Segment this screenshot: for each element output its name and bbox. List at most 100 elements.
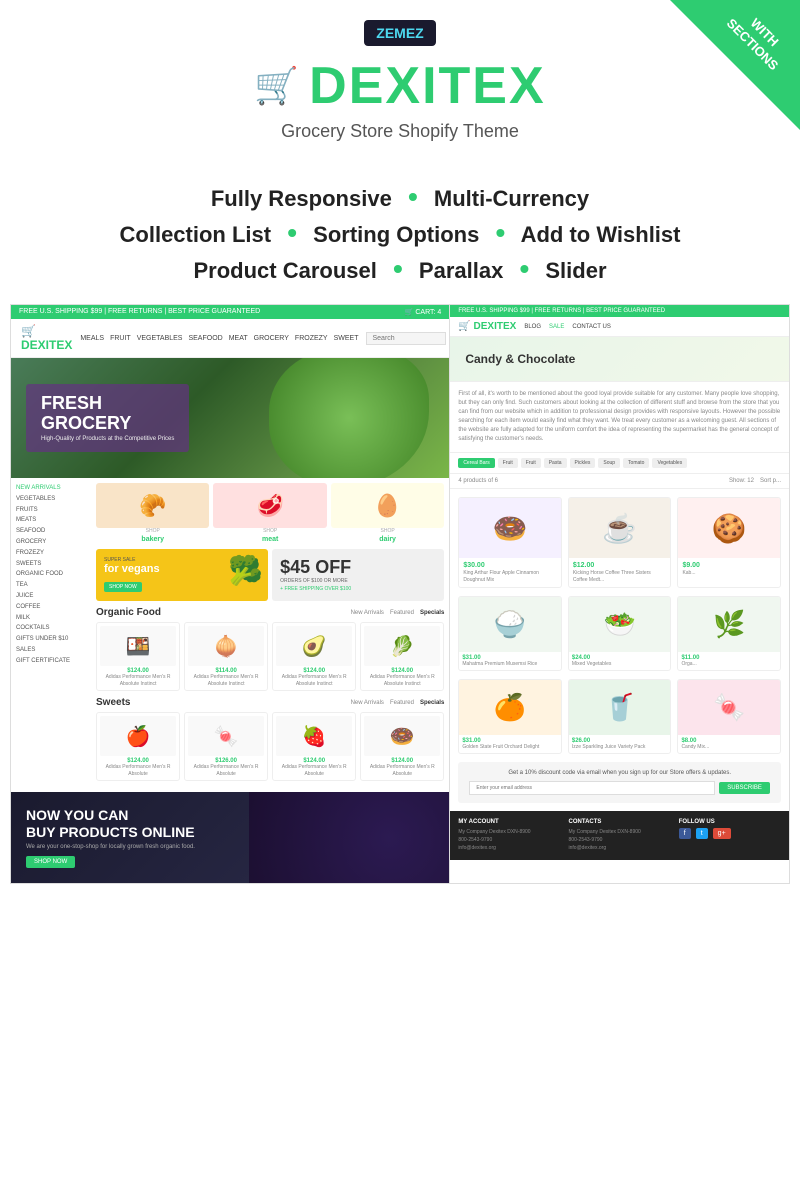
show-selector[interactable]: Show: 12 — [729, 478, 754, 484]
product-card[interactable]: 🥑 $124.00 Adidas Performance Men's R Abs… — [272, 622, 356, 691]
product-card[interactable]: 🧅 $114.00 Adidas Performance Men's R Abs… — [184, 622, 268, 691]
tab-specials[interactable]: Specials — [420, 610, 444, 616]
nav-meat[interactable]: MEAT — [229, 335, 248, 342]
tab-featured-2[interactable]: Featured — [390, 700, 414, 706]
feature-carousel: Product Carousel — [193, 258, 376, 283]
sidebar-item[interactable]: MEATS — [16, 515, 86, 526]
product-card[interactable]: 🍱 $124.00 Adidas Performance Men's R Abs… — [96, 622, 180, 691]
footer-contacts-col: CONTACTS My Company Dexitex DXN-8900 800… — [569, 819, 671, 852]
subscribe-button[interactable]: SUBSCRIBE — [719, 782, 770, 794]
features-row-3: Product Carousel • Parallax • Slider — [20, 253, 780, 285]
product-card-fruit-basket[interactable]: 🍊 $31.00 Golden State Fruit Orchard Deli… — [458, 679, 562, 754]
nav-blog[interactable]: BLOG — [524, 324, 541, 330]
filter-tag-fruit2[interactable]: Fruit — [521, 458, 541, 468]
promo-vegan-btn[interactable]: SHOP NOW — [104, 582, 142, 592]
product-card-extra[interactable]: 🍪 $9.00 Kab... — [677, 497, 781, 588]
rice-info: $31.00 Mahatma Premium Musemsi Rice — [459, 652, 561, 670]
email-subscribe-input[interactable] — [469, 781, 714, 795]
site-nav: 🛒 DEXITEX MEALS FRUIT VEGETABLES SEAFOOD… — [11, 319, 449, 358]
right-preview: FREE U.S. SHIPPING $99 | FREE RETURNS | … — [450, 304, 790, 884]
product-card-candy3[interactable]: 🍬 $8.00 Candy Mix... — [677, 679, 781, 754]
products-grid-3: 🍊 $31.00 Golden State Fruit Orchard Deli… — [458, 679, 781, 754]
product-card-rice[interactable]: 🍚 $31.00 Mahatma Premium Musemsi Rice — [458, 596, 562, 671]
sidebar-item[interactable]: GIFTS UNDER $10 — [16, 634, 86, 645]
sidebar-item[interactable]: COFFEE — [16, 602, 86, 613]
search-input[interactable] — [366, 332, 446, 345]
filter-tag-pickles[interactable]: Pickles — [570, 458, 596, 468]
filter-tag-cerealbars[interactable]: Cereal Bars — [458, 458, 494, 468]
sidebar-item[interactable]: NEW ARRIVALS — [16, 483, 86, 494]
sidebar-item[interactable]: GIFT CERTIFICATE — [16, 656, 86, 667]
product-image: 🥑 — [276, 626, 352, 666]
candy3-info: $8.00 Candy Mix... — [678, 735, 780, 753]
product-card[interactable]: 🍩 $124.00 Adidas Performance Men's R Abs… — [360, 712, 444, 781]
feature-slider: Slider — [545, 258, 606, 283]
tab-featured[interactable]: Featured — [390, 610, 414, 616]
coffee-name: Kicking Horse Coffee Three Sisters Coffe… — [573, 570, 667, 583]
sidebar-item[interactable]: COCKTAILS — [16, 623, 86, 634]
sidebar-item[interactable]: ORGANIC FOOD — [16, 569, 86, 580]
product-card[interactable]: 🍬 $126.00 Adidas Performance Men's R Abs… — [184, 712, 268, 781]
nav-vegetables[interactable]: VEGETABLES — [137, 335, 183, 342]
features-row-1: Fully Responsive • Multi-Currency — [20, 181, 780, 213]
category-meat[interactable]: 🥩 SHOP meat — [213, 483, 326, 543]
product-card-veggies[interactable]: 🥗 $24.00 Mixed Vegetables — [568, 596, 672, 671]
sweets-section-header: Sweets New Arrivals Featured Specials — [96, 697, 444, 708]
twitter-icon[interactable]: t — [696, 828, 708, 839]
sidebar-item[interactable]: SEAFOOD — [16, 526, 86, 537]
donut-info: $30.00 King Arthur Flour Apple Cinnamon … — [459, 558, 561, 587]
tab-new-arrivals-2[interactable]: New Arrivals — [351, 700, 384, 706]
sidebar-item[interactable]: SWEETS — [16, 559, 86, 570]
nav-frozezy[interactable]: FROZEZY — [295, 335, 328, 342]
sort-selector[interactable]: Sort p... — [760, 478, 781, 484]
nav-seafood[interactable]: SEAFOOD — [188, 335, 222, 342]
sidebar-item[interactable]: GROCERY — [16, 537, 86, 548]
filter-tag-vegetables[interactable]: Vegetables — [652, 458, 687, 468]
footer-account-col: MY ACCOUNT My Company Dexitex DXN-8900 8… — [458, 819, 560, 852]
sidebar-item[interactable]: JUICE — [16, 591, 86, 602]
product-name: Adidas Performance Men's R Absolute Inst… — [364, 674, 440, 687]
nav-sale[interactable]: SALE — [549, 324, 564, 330]
product-card[interactable]: 🥬 $124.00 Adidas Performance Men's R Abs… — [360, 622, 444, 691]
zemez-logo[interactable]: ZEMEZ — [364, 20, 435, 46]
bottom-shop-now-button[interactable]: SHOP NOW — [26, 856, 75, 868]
extra-price: $9.00 — [682, 562, 776, 569]
product-image: 🍎 — [100, 716, 176, 756]
product-card-izze[interactable]: 🥤 $26.00 Izze Sparkling Juice Variety Pa… — [568, 679, 672, 754]
brand-icon: 🛒 — [254, 65, 299, 107]
sidebar-item[interactable]: FROZEZY — [16, 548, 86, 559]
facebook-icon[interactable]: f — [679, 828, 691, 839]
nav-grocery[interactable]: GROCERY — [254, 335, 289, 342]
product-card-donut[interactable]: 🍩 $30.00 King Arthur Flour Apple Cinnamo… — [458, 497, 562, 588]
right-nav: 🛒 DEXITEX BLOG SALE CONTACT US — [450, 317, 789, 337]
hero-subtitle: High-Quality of Products at the Competit… — [41, 436, 174, 442]
product-card[interactable]: 🍓 $124.00 Adidas Performance Men's R Abs… — [272, 712, 356, 781]
nav-meals[interactable]: MEALS — [80, 335, 104, 342]
googleplus-icon[interactable]: g+ — [713, 828, 731, 839]
sidebar-item[interactable]: TEA — [16, 580, 86, 591]
nav-contact[interactable]: CONTACT US — [572, 324, 610, 330]
dairy-label: dairy — [331, 536, 444, 543]
product-card-organic[interactable]: 🌿 $11.00 Orga... — [677, 596, 781, 671]
filter-tag-pasta[interactable]: Pasta — [544, 458, 567, 468]
nav-fruit[interactable]: FRUIT — [110, 335, 131, 342]
candy3-img: 🍬 — [678, 680, 780, 735]
filter-tag-soup[interactable]: Soup — [598, 458, 620, 468]
filter-tag-fruit[interactable]: Fruit — [498, 458, 518, 468]
sidebar-item[interactable]: VEGETABLES — [16, 494, 86, 505]
product-card[interactable]: 🍎 $124.00 Adidas Performance Men's R Abs… — [96, 712, 180, 781]
nav-sweet[interactable]: SWEET — [334, 335, 359, 342]
sidebar-item[interactable]: SALES — [16, 645, 86, 656]
category-dairy[interactable]: 🥚 SHOP dairy — [331, 483, 444, 543]
tab-new-arrivals[interactable]: New Arrivals — [351, 610, 384, 616]
sidebar-item[interactable]: MILK — [16, 613, 86, 624]
sweets-products-grid: 🍎 $124.00 Adidas Performance Men's R Abs… — [96, 712, 444, 781]
sidebar-item[interactable]: FRUITS — [16, 505, 86, 516]
filter-tag-tomato[interactable]: Tomato — [623, 458, 649, 468]
category-bakery[interactable]: 🥐 SHOP bakery — [96, 483, 209, 543]
tab-specials-2[interactable]: Specials — [420, 700, 444, 706]
product-card-coffee[interactable]: ☕ $12.00 Kicking Horse Coffee Three Sist… — [568, 497, 672, 588]
bottom-banner-title: NOW YOU CANBUY PRODUCTS ONLINE — [26, 807, 434, 841]
sweets-title: Sweets — [96, 697, 130, 708]
dot-5: • — [519, 253, 529, 284]
